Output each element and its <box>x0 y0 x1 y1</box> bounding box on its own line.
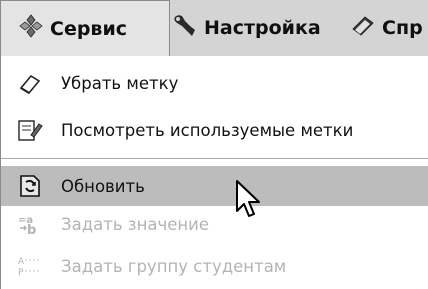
menu-item-ubrat-metku[interactable]: Убрать метку <box>1 63 428 103</box>
set-value-icon: =a b <box>17 212 43 238</box>
service-icon <box>18 13 44 44</box>
menu-servis[interactable]: Сервис <box>0 0 170 56</box>
menu-item-label: Задать значение <box>61 214 210 234</box>
mouse-cursor-icon <box>234 179 264 221</box>
view-labels-icon <box>17 118 43 142</box>
menu-bar: Сервис Настройка Спр <box>0 0 428 56</box>
menu-item-label: Задать группу студентам <box>61 256 287 276</box>
menu-item-obnovit[interactable]: Обновить <box>1 166 428 206</box>
menu-item-label: Обновить <box>61 176 145 196</box>
menu-item-label: Убрать метку <box>61 73 179 93</box>
menu-item-zadat-znachenie[interactable]: =a b Задать значение <box>1 204 428 244</box>
menu-spravka-label: Спр <box>382 17 423 39</box>
book-icon <box>350 13 376 44</box>
group-icon: A P <box>17 254 43 278</box>
menu-nastroika-label: Настройка <box>204 17 321 39</box>
menu-separator <box>1 158 428 159</box>
wrench-icon <box>172 13 198 44</box>
menu-item-zadat-gruppu[interactable]: A P Задать группу студентам <box>1 246 428 286</box>
svg-text:P: P <box>18 268 24 278</box>
refresh-icon <box>17 174 43 198</box>
menu-item-label: Посмотреть используемые метки <box>61 120 354 140</box>
menu-spravka[interactable]: Спр <box>348 0 428 56</box>
eraser-icon <box>17 71 43 95</box>
application-window: Сервис Настройка Спр Убрать метку Посмот… <box>0 0 428 289</box>
menu-nastroika[interactable]: Настройка <box>170 0 348 56</box>
menu-item-posmotret-metki[interactable]: Посмотреть используемые метки <box>1 110 428 150</box>
svg-text:A: A <box>18 257 25 267</box>
menu-servis-label: Сервис <box>50 17 128 40</box>
svg-text:b: b <box>27 223 36 236</box>
servis-dropdown-menu: Убрать метку Посмотреть используемые мет… <box>0 56 428 289</box>
